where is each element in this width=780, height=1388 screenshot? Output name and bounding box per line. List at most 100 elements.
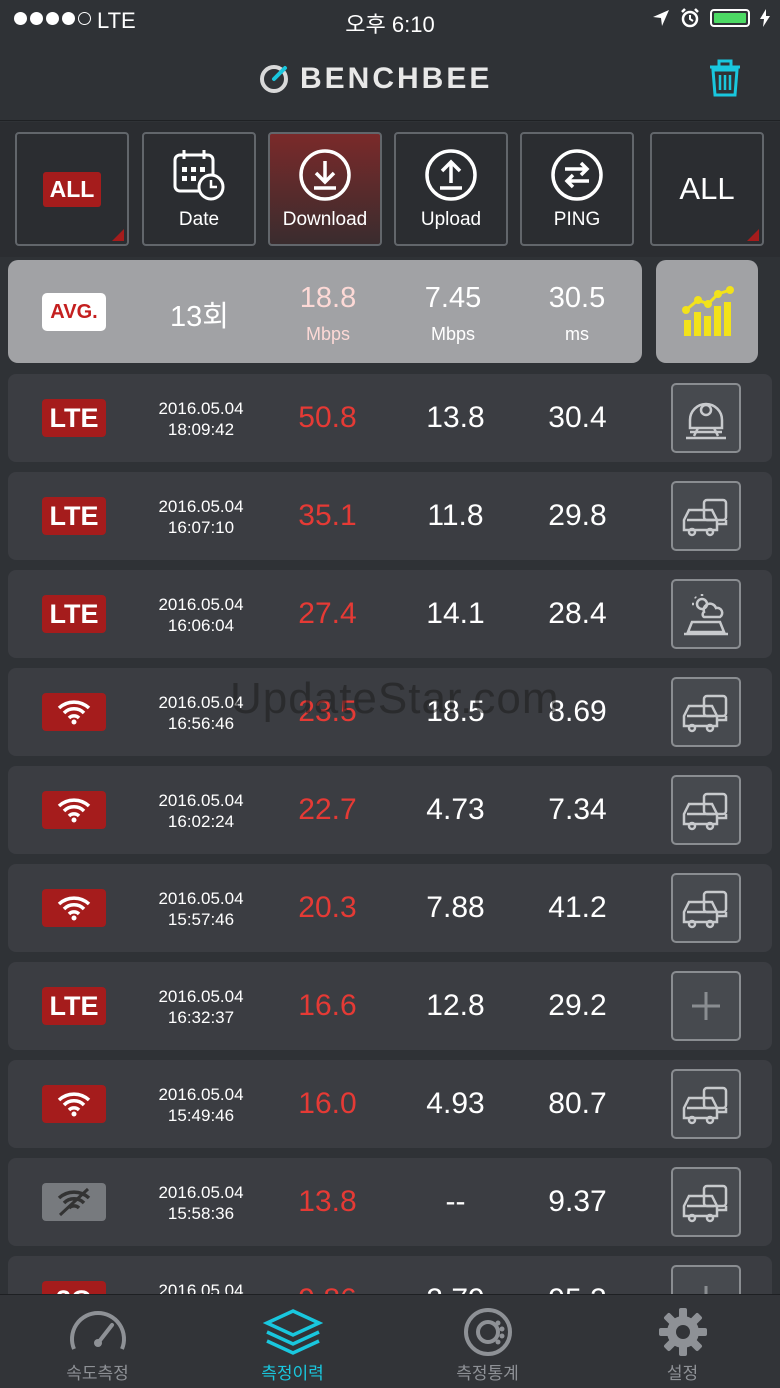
tab-speed-test[interactable]: 속도측정 — [0, 1295, 195, 1388]
tab-speed-test-label: 속도측정 — [66, 1364, 129, 1383]
location-type-button[interactable] — [671, 481, 741, 551]
network-label: LTE — [49, 598, 99, 629]
dropdown-corner-icon — [747, 229, 759, 241]
row-ping: 41.2 — [548, 891, 607, 924]
sort-ping-button[interactable]: PING — [520, 132, 634, 246]
result-row[interactable]: LTE 2016.05.04 16:06:04 27.4 14.1 28.4 — [8, 570, 772, 658]
cars-icon — [682, 498, 728, 537]
trash-button[interactable] — [706, 58, 744, 103]
row-time: 18:09:42 — [167, 420, 235, 439]
result-row[interactable]: LTE 2016.05.04 16:32:37 16.6 12.8 29.2 — [8, 962, 772, 1050]
row-date: 2016.05.04 — [158, 1085, 244, 1104]
result-row[interactable]: 2016.05.04 15:57:46 20.3 7.88 41.2 — [8, 864, 772, 952]
sort-upload-button[interactable]: Upload — [394, 132, 508, 246]
row-datetime: 2016.05.04 15:49:46 — [136, 1084, 266, 1126]
row-download: 35.1 — [298, 499, 357, 532]
wifi-badge — [42, 791, 106, 829]
layers-icon — [262, 1309, 323, 1355]
row-datetime: 2016.05.04 15:58:36 — [136, 1182, 266, 1224]
row-download: 50.8 — [298, 401, 357, 434]
tab-settings-label: 설정 — [666, 1364, 699, 1383]
test-count: 13회 — [170, 301, 229, 333]
row-date: 2016.05.04 — [158, 595, 244, 614]
row-ping: 30.4 — [548, 401, 607, 434]
row-upload: 4.93 — [426, 1087, 485, 1120]
wifi-badge — [42, 889, 106, 927]
location-filter-button[interactable]: ALL — [650, 132, 764, 246]
row-datetime: 2016.05.04 16:32:37 — [136, 986, 266, 1028]
avg-badge: AVG. — [42, 293, 106, 331]
chart-button[interactable] — [656, 260, 758, 363]
benchbee-logo: BENCHBEE — [258, 62, 492, 96]
tab-history[interactable]: 측정이력 — [195, 1295, 390, 1388]
network-badge: LTE — [42, 987, 106, 1025]
row-time: 15:58:36 — [167, 1204, 235, 1223]
row-date: 2016.05.04 — [158, 1183, 244, 1202]
result-row[interactable]: LTE 2016.05.04 16:07:10 35.1 11.8 29.8 — [8, 472, 772, 560]
filter-download-label: Download — [282, 209, 368, 230]
battery-icon — [710, 9, 750, 27]
row-upload: 11.8 — [427, 499, 484, 532]
result-row[interactable]: LTE 2016.05.04 18:09:42 50.8 13.8 30.4 — [8, 374, 772, 462]
row-time: 16:02:24 — [167, 812, 235, 831]
tab-settings[interactable]: 설정 — [585, 1295, 780, 1388]
row-ping: 28.4 — [548, 597, 607, 630]
row-datetime: 2016.05.04 18:09:42 — [136, 398, 266, 440]
sort-download-button[interactable]: Download — [268, 132, 382, 246]
location-type-button[interactable] — [671, 1167, 741, 1237]
add-note-button[interactable] — [671, 971, 741, 1041]
network-filter-button[interactable]: ALL — [15, 132, 129, 246]
bar-chart-icon — [682, 286, 734, 336]
tab-statistics[interactable]: 측정통계 — [390, 1295, 585, 1388]
location-type-button[interactable] — [671, 873, 741, 943]
cars-icon — [682, 1086, 728, 1125]
row-date: 2016.05.04 — [158, 987, 244, 1006]
row-ping: 29.2 — [548, 989, 607, 1022]
row-ping: 7.34 — [548, 793, 607, 826]
calendar-clock-icon — [173, 150, 225, 201]
location-type-button[interactable] — [671, 579, 741, 649]
row-datetime: 2016.05.04 16:06:04 — [136, 594, 266, 636]
network-label: LTE — [49, 402, 99, 433]
location-type-button[interactable] — [671, 677, 741, 747]
no-wifi-icon — [57, 1187, 91, 1217]
avg-download-unit: Mbps — [305, 324, 350, 344]
row-time: 15:57:46 — [167, 910, 235, 929]
speedometer-logo-icon — [260, 65, 288, 93]
swap-arrows-icon — [551, 149, 603, 201]
weather-icon — [684, 594, 728, 636]
location-type-button[interactable] — [671, 383, 741, 453]
row-datetime: 2016.05.04 16:02:24 — [136, 790, 266, 832]
tab-history-label: 측정이력 — [261, 1364, 324, 1383]
row-time: 16:32:37 — [167, 1008, 235, 1027]
tab-statistics-label: 측정통계 — [456, 1364, 519, 1383]
row-download: 16.0 — [298, 1087, 357, 1120]
location-type-button[interactable] — [671, 1069, 741, 1139]
plus-icon — [692, 992, 720, 1020]
statistics-icon — [463, 1308, 512, 1356]
filter-all-badge: ALL — [42, 171, 102, 207]
filter-date-label: Date — [178, 209, 220, 230]
row-download: 27.4 — [298, 597, 357, 630]
result-row[interactable]: 2016.05.04 15:49:46 16.0 4.93 80.7 — [8, 1060, 772, 1148]
download-icon — [299, 149, 351, 201]
row-datetime: 2016.05.04 16:07:10 — [136, 496, 266, 538]
network-badge: LTE — [42, 497, 106, 535]
cars-icon — [682, 890, 728, 929]
result-row[interactable]: 2016.05.04 15:58:36 13.8 -- 9.37 — [8, 1158, 772, 1246]
row-date: 2016.05.04 — [158, 889, 244, 908]
network-badge: LTE — [42, 595, 106, 633]
charging-bolt-icon — [760, 9, 770, 27]
avg-ping-unit: ms — [565, 324, 589, 344]
result-row[interactable]: 2016.05.04 16:02:24 22.7 4.73 7.34 — [8, 766, 772, 854]
tab-bar: 속도측정 측정이력 측정통계 설정 — [0, 1294, 780, 1388]
row-upload: 4.73 — [426, 793, 485, 826]
app-header: BENCHBEE — [0, 40, 780, 121]
row-time: 16:07:10 — [167, 518, 235, 537]
filter-upload-label: Upload — [420, 209, 482, 230]
sort-date-button[interactable]: Date — [142, 132, 256, 246]
location-type-button[interactable] — [671, 775, 741, 845]
speedometer-icon — [69, 1311, 126, 1350]
cars-icon — [682, 1184, 728, 1223]
row-ping: 80.7 — [548, 1087, 607, 1120]
